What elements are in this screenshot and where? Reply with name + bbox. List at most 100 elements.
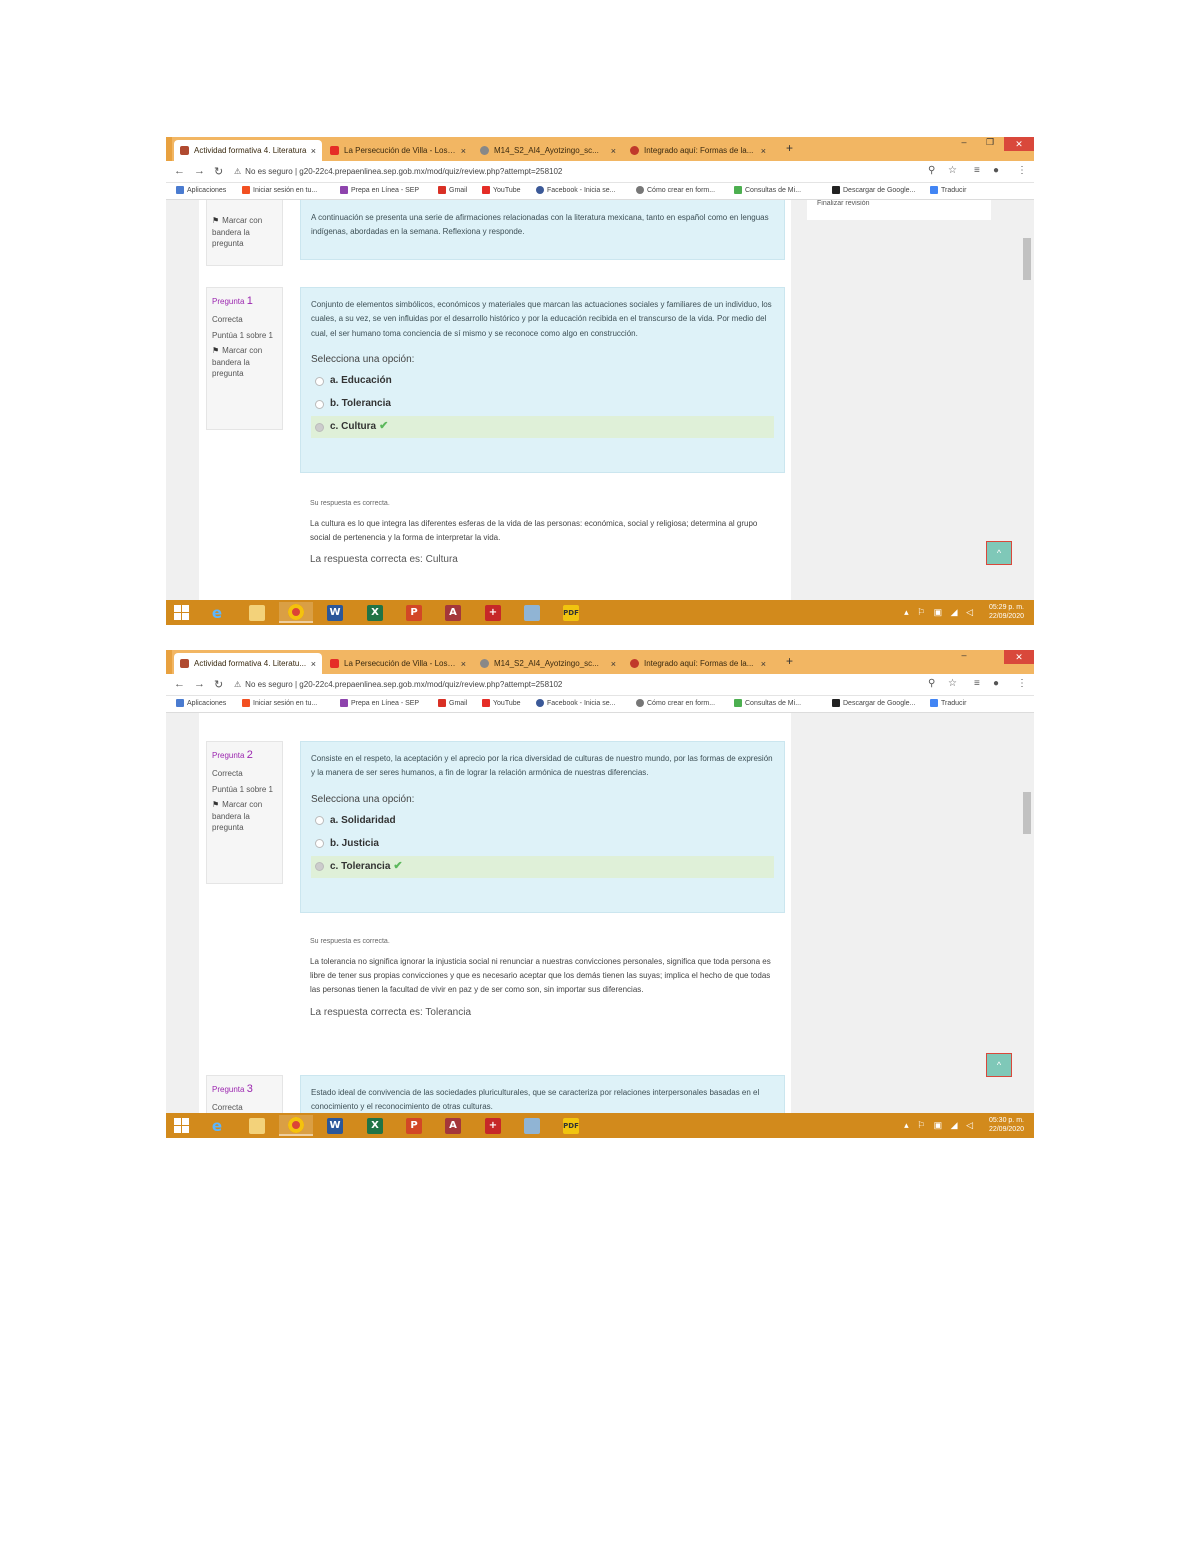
system-tray-icons[interactable]: ▴ ⚐ ▣ ◢ ◁ (904, 1120, 976, 1131)
scrollbar-thumb[interactable] (1023, 238, 1031, 280)
flag-question[interactable]: ⚑ Marcar con bandera la pregunta (212, 345, 277, 380)
reading-list-icon[interactable]: ≡ (974, 678, 980, 689)
word-icon[interactable]: W (318, 602, 352, 623)
bookmark-gmail[interactable]: Gmail (438, 699, 467, 707)
bookmark-facebook[interactable]: Facebook - Inicia se... (536, 186, 615, 194)
chrome-icon[interactable] (279, 1115, 313, 1136)
clock[interactable]: 05:29 p. m. 22/09/2020 (989, 603, 1024, 622)
flag-question[interactable]: ⚑ Marcar con bandera la pregunta (212, 799, 277, 834)
folder-icon[interactable] (240, 1115, 274, 1136)
bookmark-item[interactable]: Consultas de Mi... (734, 186, 801, 194)
minimize-button[interactable]: – (954, 650, 974, 664)
ie-icon[interactable]: e (200, 1115, 234, 1136)
close-tab-icon[interactable]: × (611, 146, 616, 156)
bookmark-apps[interactable]: Aplicaciones (176, 186, 226, 194)
excel-icon[interactable]: X (358, 1115, 392, 1136)
forward-icon[interactable]: → (194, 678, 205, 690)
excel-icon[interactable]: X (358, 602, 392, 623)
sticky-notes-icon[interactable] (515, 1115, 549, 1136)
clock[interactable]: 05:30 p. m. 22/09/2020 (989, 1116, 1024, 1135)
option-b[interactable]: b. Tolerancia (311, 393, 774, 415)
bookmark-item[interactable]: Iniciar sesión en tu... (242, 699, 317, 707)
tab-document[interactable]: M14_S2_AI4_Ayotzingo_sc... × (474, 653, 622, 674)
bookmark-youtube[interactable]: YouTube (482, 699, 521, 707)
sticky-notes-icon[interactable] (515, 602, 549, 623)
access-icon[interactable]: A (436, 602, 470, 623)
ie-icon[interactable]: e (200, 602, 234, 623)
close-tab-icon[interactable]: × (311, 146, 316, 156)
radio-button[interactable] (315, 422, 324, 432)
bookmark-translate[interactable]: Traducir (930, 699, 966, 707)
bookmark-item[interactable]: Cómo crear en form... (636, 186, 715, 194)
close-window-button[interactable]: ✕ (1004, 650, 1034, 664)
access-icon[interactable]: A (436, 1115, 470, 1136)
radio-button[interactable] (315, 839, 324, 849)
bookmark-item[interactable]: Descargar de Google... (832, 186, 915, 194)
radio-button[interactable] (315, 816, 324, 826)
url-field[interactable]: ⚠ No es seguro | g20-22c4.prepaenlinea.se… (234, 677, 954, 693)
back-icon[interactable]: ← (174, 165, 185, 177)
zoom-icon[interactable]: ⚲ (928, 165, 935, 176)
word-icon[interactable]: W (318, 1115, 352, 1136)
zoom-icon[interactable]: ⚲ (928, 678, 935, 689)
bookmark-item[interactable]: Prepa en Línea - SEP (340, 699, 419, 707)
close-tab-icon[interactable]: × (611, 659, 616, 669)
scrollbar[interactable] (1021, 713, 1034, 1113)
option-b[interactable]: b. Justicia (311, 833, 774, 855)
windows-start-icon[interactable] (174, 1118, 189, 1133)
tab-actividad[interactable]: Actividad formativa 4. Literatu... × (174, 653, 322, 674)
radio-button[interactable] (315, 376, 324, 386)
close-tab-icon[interactable]: × (311, 659, 316, 669)
option-c[interactable]: c. Cultura ✔ (311, 416, 774, 439)
radio-button[interactable] (315, 399, 324, 409)
url-field[interactable]: ⚠ No es seguro | g20-22c4.prepaenlinea.se… (234, 164, 954, 180)
folder-icon[interactable] (240, 602, 274, 623)
powerpoint-icon[interactable]: P (397, 602, 431, 623)
bookmark-facebook[interactable]: Facebook - Inicia se... (536, 699, 615, 707)
close-tab-icon[interactable]: × (461, 146, 466, 156)
bookmark-youtube[interactable]: YouTube (482, 186, 521, 194)
menu-icon[interactable]: ⋮ (1017, 165, 1027, 176)
tab-actividad[interactable]: Actividad formativa 4. Literatura × (174, 140, 322, 161)
bookmark-item[interactable]: Consultas de Mi... (734, 699, 801, 707)
tab-integrado[interactable]: Integrado aquí: Formas de la... × (624, 653, 772, 674)
bookmark-item[interactable]: Iniciar sesión en tu... (242, 186, 317, 194)
bookmark-gmail[interactable]: Gmail (438, 186, 467, 194)
back-icon[interactable]: ← (174, 678, 185, 690)
pdf-icon[interactable]: PDF (554, 1115, 588, 1136)
back-to-top-button[interactable]: ^ (986, 541, 1012, 565)
star-icon[interactable]: ☆ (948, 165, 957, 176)
bookmark-translate[interactable]: Traducir (930, 186, 966, 194)
scrollbar-thumb[interactable] (1023, 792, 1031, 834)
tab-document[interactable]: M14_S2_AI4_Ayotzingo_sc... × (474, 140, 622, 161)
chrome-icon[interactable] (279, 602, 313, 623)
close-tab-icon[interactable]: × (461, 659, 466, 669)
reload-icon[interactable]: ↻ (214, 678, 223, 691)
profile-icon[interactable]: ● (993, 678, 999, 689)
option-c[interactable]: c. Tolerancia ✔ (311, 855, 774, 878)
minimize-button[interactable]: – (954, 137, 974, 151)
tab-youtube[interactable]: La Persecución de Villa - Los A... × (324, 653, 472, 674)
bookmark-item[interactable]: Prepa en Línea - SEP (340, 186, 419, 194)
close-tab-icon[interactable]: × (761, 659, 766, 669)
tab-youtube[interactable]: La Persecución de Villa - Los A... × (324, 140, 472, 161)
bookmark-item[interactable]: Descargar de Google... (832, 699, 915, 707)
star-icon[interactable]: ☆ (948, 678, 957, 689)
reload-icon[interactable]: ↻ (214, 165, 223, 178)
finish-review-link[interactable]: Finalizar revisión (817, 200, 870, 207)
windows-start-icon[interactable] (174, 605, 189, 620)
viewer-icon[interactable]: + (476, 1115, 510, 1136)
new-tab-button[interactable]: + (786, 654, 793, 668)
tab-integrado[interactable]: Integrado aquí: Formas de la... × (624, 140, 772, 161)
flag-question[interactable]: ⚑ Marcar con bandera la pregunta (212, 215, 277, 250)
viewer-icon[interactable]: + (476, 602, 510, 623)
pdf-icon[interactable]: PDF (554, 602, 588, 623)
reading-list-icon[interactable]: ≡ (974, 165, 980, 176)
bookmark-apps[interactable]: Aplicaciones (176, 699, 226, 707)
powerpoint-icon[interactable]: P (397, 1115, 431, 1136)
close-window-button[interactable]: ✕ (1004, 137, 1034, 151)
menu-icon[interactable]: ⋮ (1017, 678, 1027, 689)
new-tab-button[interactable]: + (786, 141, 793, 155)
forward-icon[interactable]: → (194, 165, 205, 177)
profile-icon[interactable]: ● (993, 165, 999, 176)
